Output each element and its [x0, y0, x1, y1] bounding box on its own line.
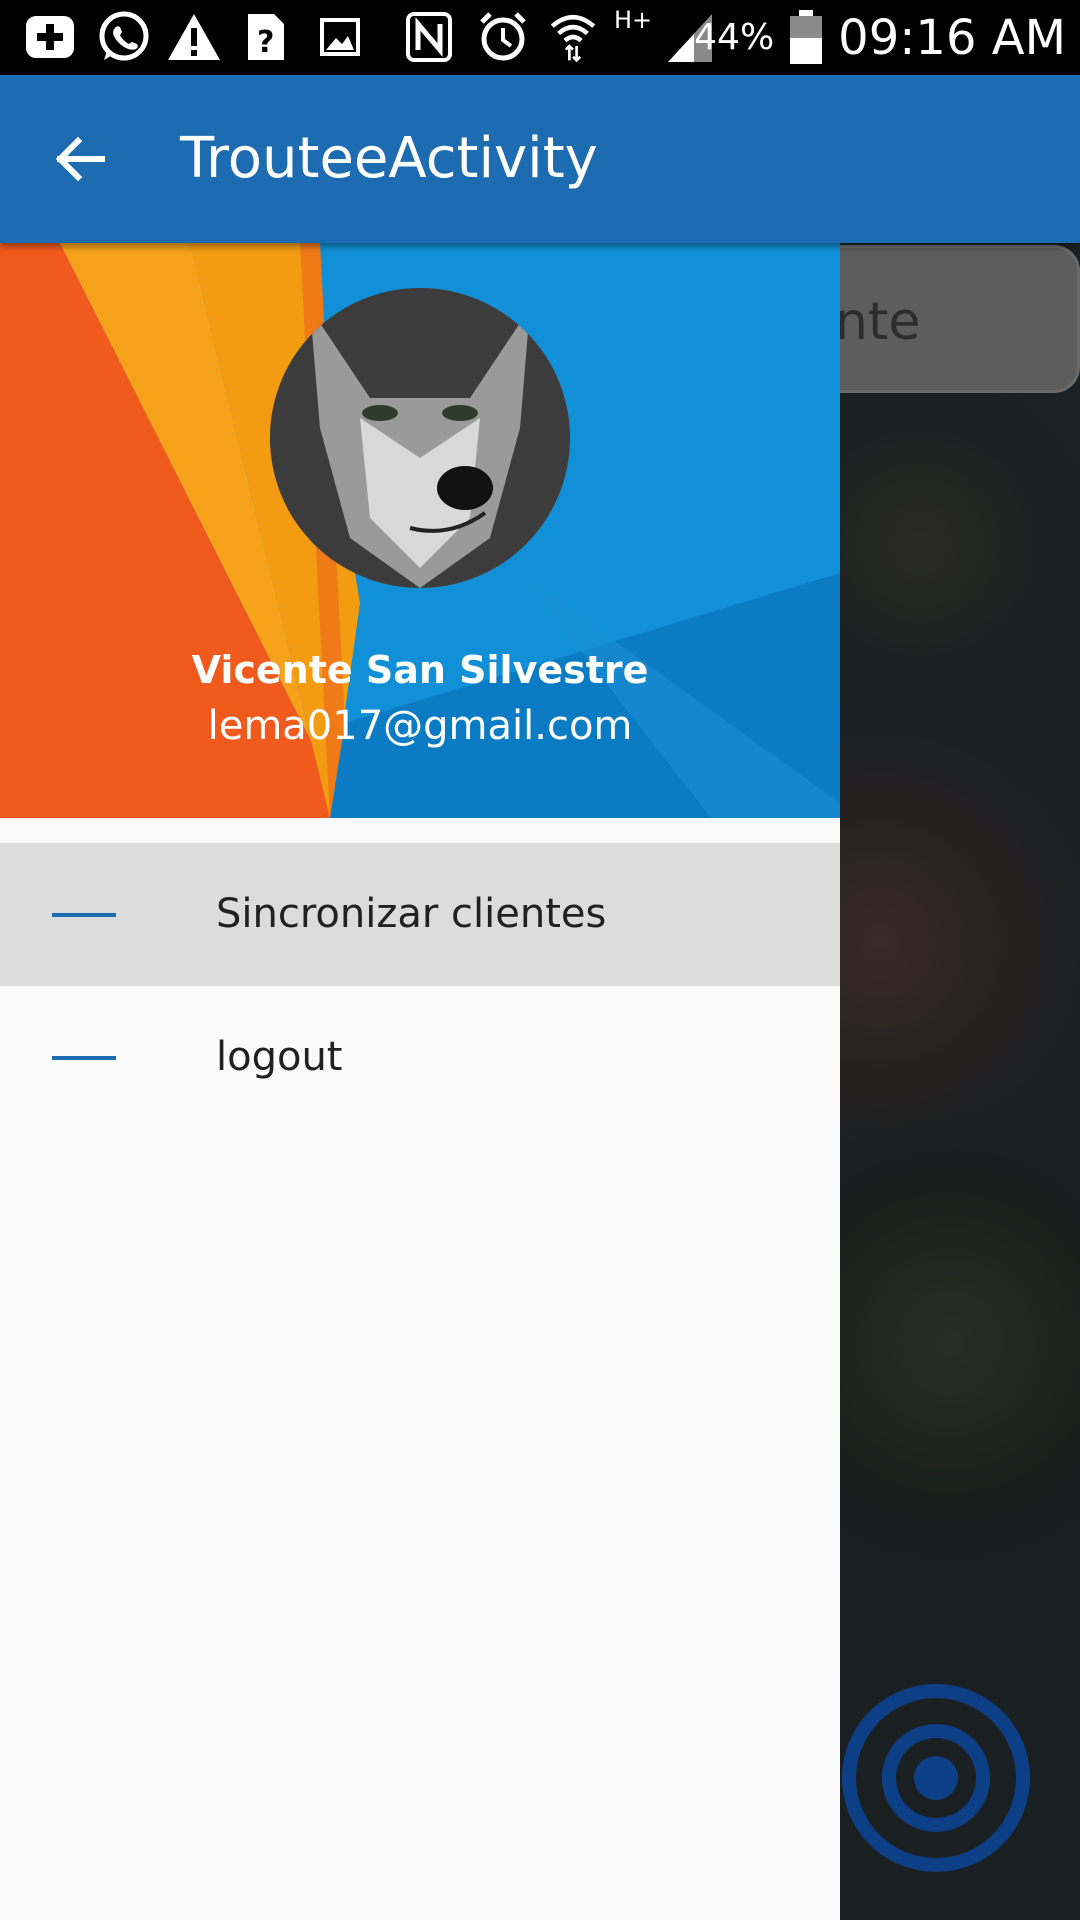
- clock: 09:16 AM: [838, 9, 1066, 66]
- my-location-button[interactable]: [842, 1684, 1030, 1872]
- app-bar: TrouteeActivity: [0, 75, 1080, 243]
- status-bar: ? H+ 44% 09:16 AM: [0, 0, 1080, 75]
- nfc-icon: [406, 12, 452, 62]
- wolf-avatar-image: [270, 288, 570, 588]
- dash-icon: [52, 1056, 116, 1060]
- image-icon: [320, 18, 360, 56]
- drawer-header: Vicente San Silvestre lema017@gmail.com: [0, 243, 840, 818]
- menu-item-label: logout: [216, 1034, 343, 1080]
- user-name: Vicente San Silvestre: [191, 648, 649, 692]
- whatsapp-icon: [99, 11, 149, 61]
- search-field-text: nte: [835, 292, 921, 352]
- battery-icon: [790, 9, 823, 64]
- network-type-label: H+: [614, 6, 653, 34]
- menu-item-label: Sincronizar clientes: [216, 891, 607, 937]
- battery-percent: 44%: [694, 17, 775, 58]
- menu-item-logout[interactable]: logout: [0, 986, 840, 1129]
- svg-text:?: ?: [257, 25, 274, 60]
- unknown-file-icon: ?: [248, 14, 284, 60]
- warning-icon: [168, 14, 220, 60]
- arrow-left-icon: [55, 136, 105, 182]
- user-email: lema017@gmail.com: [207, 703, 633, 749]
- user-avatar[interactable]: [270, 288, 570, 588]
- navigation-drawer: Vicente San Silvestre lema017@gmail.com …: [0, 243, 840, 1920]
- back-button[interactable]: [40, 119, 120, 199]
- wifi-icon: [550, 14, 596, 63]
- add-icon: [26, 16, 74, 58]
- app-title: TrouteeActivity: [180, 126, 598, 191]
- menu-item-sync-clients[interactable]: Sincronizar clientes: [0, 843, 840, 986]
- dash-icon: [52, 913, 116, 917]
- alarm-icon: [480, 12, 526, 61]
- my-location-dot: [914, 1756, 958, 1800]
- drawer-menu: Sincronizar clientes logout: [0, 843, 840, 1129]
